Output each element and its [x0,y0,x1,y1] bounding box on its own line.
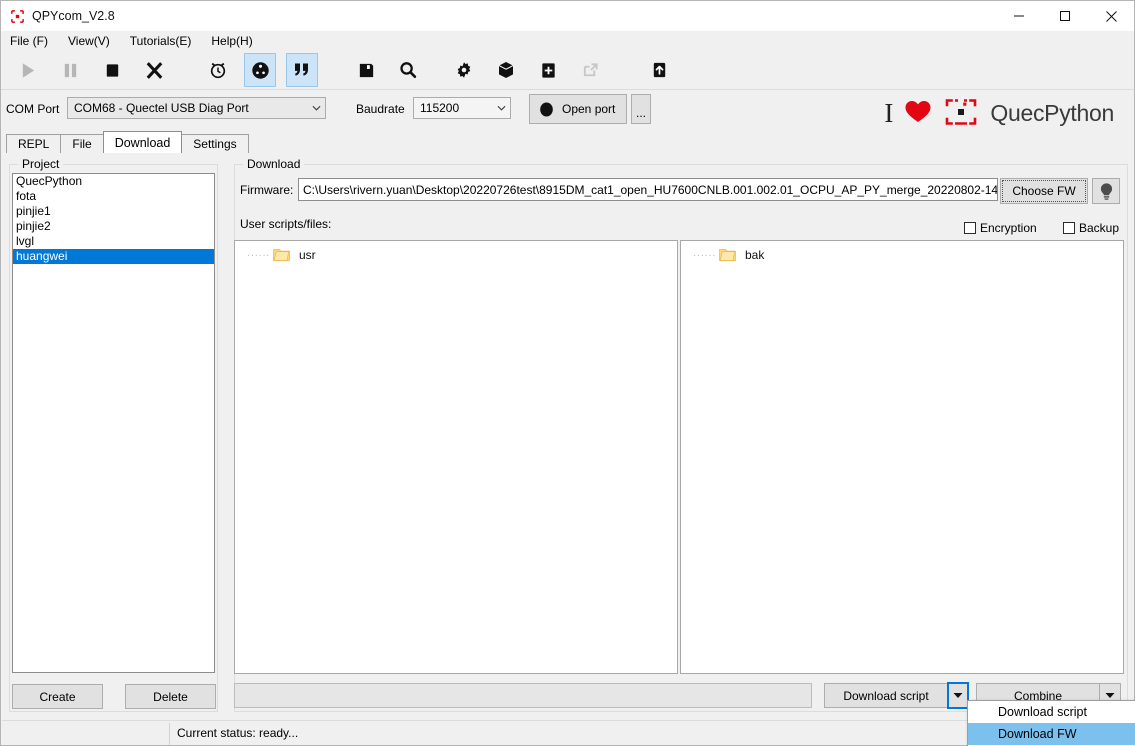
delete-button[interactable]: Delete [125,684,216,709]
list-item[interactable]: pinjie1 [13,204,214,219]
title-bar: QPYcom_V2.8 [1,1,1134,31]
list-item[interactable]: lvgl [13,234,214,249]
list-item[interactable]: QuecPython [13,174,214,189]
com-port-label: COM Port [6,102,60,116]
tree-connector-icon: ······ [247,249,270,261]
com-port-value: COM68 - Quectel USB Diag Port [74,101,249,115]
brand-i-letter: I [884,97,894,128]
window-controls [996,1,1134,31]
close-button[interactable] [1088,1,1134,31]
backup-label: Backup [1079,221,1120,235]
tab-bar: REPL File Download Settings [6,131,1131,153]
save-floppy-icon[interactable] [350,53,382,87]
tree-item-label: bak [745,248,765,262]
download-dropdown-menu[interactable]: Download script Download FW [967,700,1135,746]
download-script-button[interactable]: Download script [824,683,948,708]
chevron-down-icon [493,98,510,118]
heart-icon [904,99,932,127]
tab-download[interactable]: Download [102,131,183,153]
user-scripts-label: User scripts/files: [240,217,332,231]
play-icon[interactable] [12,53,44,87]
menu-help[interactable]: Help(H) [209,32,262,50]
encryption-checkbox[interactable]: Encryption [964,221,1037,235]
add-plus-icon[interactable] [532,53,564,87]
tree-item-label: usr [299,248,316,262]
baudrate-value: 115200 [420,101,460,115]
maximize-button[interactable] [1042,1,1088,31]
user-files-tree-left[interactable]: ······ usr [234,240,678,674]
list-item[interactable]: pinjie2 [13,219,214,234]
checkbox-box-icon [964,222,976,234]
search-icon[interactable] [392,53,424,87]
tab-file[interactable]: File [60,134,104,153]
brand-logo: I QuecPython [884,93,1114,133]
tab-settings[interactable]: Settings [181,134,249,153]
python-repl-icon[interactable] [244,53,276,87]
backup-checkbox[interactable]: Backup [1063,221,1119,235]
alarm-clock-icon[interactable] [202,53,234,87]
download-group-title: Download [243,157,305,171]
menu-item-download-fw[interactable]: Download FW [968,723,1135,745]
upload-arrow-icon[interactable] [643,53,675,87]
menu-view[interactable]: View(V) [66,32,120,50]
com-port-select[interactable]: COM68 - Quectel USB Diag Port [67,97,326,119]
user-files-tree-right[interactable]: ······ bak [680,240,1124,674]
more-options-button[interactable]: ... [631,94,651,124]
toolbar [1,51,1134,90]
window-title: QPYcom_V2.8 [32,9,115,23]
status-bar: Current status: ready... [2,720,1133,745]
checkbox-box-icon [1063,222,1075,234]
quecpython-chip-icon [943,94,979,133]
pause-icon[interactable] [54,53,86,87]
tab-repl[interactable]: REPL [6,134,62,153]
lightbulb-icon[interactable] [1092,178,1120,204]
menu-file[interactable]: File (F) [8,32,58,50]
open-port-button[interactable]: Open port [529,94,627,124]
download-script-dropdown-arrow-icon[interactable] [947,682,969,709]
minimize-button[interactable] [996,1,1042,31]
menu-bar: File (F) View(V) Tutorials(E) Help(H) [1,31,1134,51]
open-port-label: Open port [562,102,616,116]
folder-icon [273,248,290,262]
status-divider [169,723,170,745]
chevron-down-icon [308,98,325,118]
list-item[interactable]: fota [13,189,214,204]
create-button[interactable]: Create [12,684,103,709]
gear-icon[interactable] [448,53,480,87]
tree-connector-icon: ······ [693,249,716,261]
project-group-title: Project [18,157,64,171]
menu-item-download-script[interactable]: Download script [968,701,1135,723]
firmware-path-input[interactable]: C:\Users\rivern.yuan\Desktop\20220726tes… [298,178,998,201]
download-progress-bar [234,683,812,708]
encryption-label: Encryption [980,221,1037,235]
baudrate-select[interactable]: 115200 [413,97,511,119]
firmware-label: Firmware: [240,183,294,197]
baudrate-label: Baudrate [356,102,405,116]
qpycom-logo-icon [9,8,25,24]
stop-icon[interactable] [96,53,128,87]
project-list[interactable]: QuecPython fota pinjie1 pinjie2 lvgl hua… [12,173,215,673]
choose-fw-button[interactable]: Choose FW [1000,178,1088,204]
quote-icon[interactable] [286,53,318,87]
tree-item-usr[interactable]: ······ usr [235,246,677,264]
external-link-icon[interactable] [574,53,606,87]
list-item-selected[interactable]: huangwei [13,249,214,264]
folder-icon [719,248,736,262]
close-x-icon[interactable] [138,53,170,87]
package-box-icon[interactable] [490,53,522,87]
qpycom-window: QPYcom_V2.8 File (F) View(V) Tutorials(E… [0,0,1135,746]
tree-item-bak[interactable]: ······ bak [681,246,1123,264]
brand-name: QuecPython [990,99,1114,126]
status-text: Current status: ready... [177,726,299,740]
menu-tutorials[interactable]: Tutorials(E) [128,32,202,50]
port-status-dot-icon [539,102,554,117]
